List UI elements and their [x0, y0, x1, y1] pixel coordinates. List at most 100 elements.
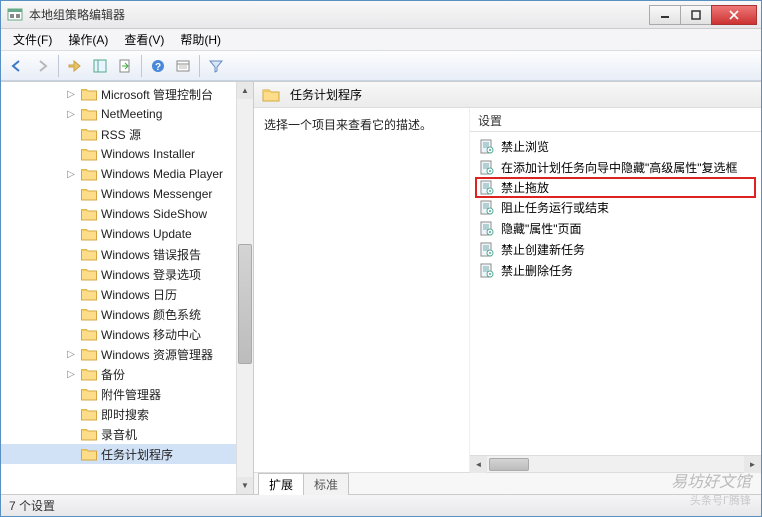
maximize-button[interactable] [680, 5, 712, 25]
settings-list: 禁止浏览在添加计划任务向导中隐藏"高级属性"复选框禁止拖放阻止任务运行或结束隐藏… [470, 132, 761, 285]
folder-icon [81, 307, 97, 321]
tree-item[interactable]: Windows Messenger [1, 184, 253, 204]
tab-standard[interactable]: 标准 [303, 473, 349, 495]
folder-icon [262, 87, 280, 103]
tree-item[interactable]: 即时搜索 [1, 404, 253, 424]
expand-icon[interactable]: ▷ [65, 88, 77, 100]
scroll-left-icon[interactable]: ◄ [470, 456, 487, 473]
forward-button[interactable] [30, 54, 54, 78]
details-tabs: 扩展 标准 [254, 472, 761, 494]
settings-hscrollbar[interactable]: ◄ ► [470, 455, 761, 472]
settings-column: 设置 禁止浏览在添加计划任务向导中隐藏"高级属性"复选框禁止拖放阻止任务运行或结… [470, 108, 761, 472]
tree-spacer [65, 428, 77, 440]
separator [58, 55, 59, 77]
setting-label: 禁止创建新任务 [501, 241, 585, 258]
setting-item[interactable]: 禁止创建新任务 [476, 239, 755, 260]
scroll-up-icon[interactable]: ▲ [237, 82, 253, 99]
scroll-thumb[interactable] [238, 244, 252, 364]
tree-item[interactable]: ▷备份 [1, 364, 253, 384]
expand-icon[interactable]: ▷ [65, 168, 77, 180]
policy-icon [479, 221, 495, 237]
tree-item[interactable]: Windows 日历 [1, 284, 253, 304]
show-tree-button[interactable] [88, 54, 112, 78]
folder-icon [81, 247, 97, 261]
menu-file[interactable]: 文件(F) [5, 29, 60, 50]
filter-button[interactable] [204, 54, 228, 78]
folder-icon [81, 167, 97, 181]
menu-help[interactable]: 帮助(H) [172, 29, 229, 50]
folder-icon [81, 107, 97, 121]
tree-item-label: NetMeeting [101, 107, 162, 121]
window-controls [650, 5, 757, 25]
folder-icon [81, 87, 97, 101]
tab-extended[interactable]: 扩展 [258, 473, 304, 495]
tree-scrollbar[interactable]: ▲ ▼ [236, 82, 253, 494]
app-icon [7, 7, 23, 23]
tree-item[interactable]: Windows Update [1, 224, 253, 244]
tree-item[interactable]: ▷Windows 资源管理器 [1, 344, 253, 364]
scroll-down-icon[interactable]: ▼ [237, 477, 253, 494]
tree-item-label: RSS 源 [101, 126, 141, 143]
tree-item[interactable]: ▷Windows Media Player [1, 164, 253, 184]
window-root: 本地组策略编辑器 文件(F) 操作(A) 查看(V) 帮助(H) ? ▷Micr… [0, 0, 762, 517]
hscroll-thumb[interactable] [489, 458, 529, 471]
tree-spacer [65, 408, 77, 420]
setting-label: 在添加计划任务向导中隐藏"高级属性"复选框 [501, 159, 738, 176]
tree-item[interactable]: Windows SideShow [1, 204, 253, 224]
tree-view[interactable]: ▷Microsoft 管理控制台▷NetMeetingRSS 源Windows … [1, 82, 253, 494]
tree-item[interactable]: ▷Microsoft 管理控制台 [1, 84, 253, 104]
tree-item[interactable]: RSS 源 [1, 124, 253, 144]
folder-icon [81, 427, 97, 441]
folder-icon [81, 207, 97, 221]
settings-header[interactable]: 设置 [470, 108, 761, 132]
setting-item[interactable]: 禁止删除任务 [476, 260, 755, 281]
folder-icon [81, 327, 97, 341]
folder-icon [81, 267, 97, 281]
setting-item[interactable]: 隐藏"属性"页面 [476, 218, 755, 239]
minimize-button[interactable] [649, 5, 681, 25]
policy-icon [479, 160, 495, 176]
status-text: 7 个设置 [9, 497, 55, 514]
export-button[interactable] [113, 54, 137, 78]
folder-icon [81, 367, 97, 381]
svg-text:?: ? [155, 62, 161, 73]
separator [199, 55, 200, 77]
folder-icon [81, 407, 97, 421]
menu-action[interactable]: 操作(A) [60, 29, 116, 50]
tree-item-label: Windows Messenger [101, 187, 212, 201]
tree-item[interactable]: 录音机 [1, 424, 253, 444]
expand-icon[interactable]: ▷ [65, 348, 77, 360]
tree-spacer [65, 148, 77, 160]
details-body: 选择一个项目来查看它的描述。 设置 禁止浏览在添加计划任务向导中隐藏"高级属性"… [254, 108, 761, 472]
tree-spacer [65, 288, 77, 300]
tree-item[interactable]: Windows 错误报告 [1, 244, 253, 264]
setting-item[interactable]: 在添加计划任务向导中隐藏"高级属性"复选框 [476, 157, 755, 178]
description-column: 选择一个项目来查看它的描述。 [254, 108, 470, 472]
expand-icon[interactable]: ▷ [65, 108, 77, 120]
body-area: ▷Microsoft 管理控制台▷NetMeetingRSS 源Windows … [1, 81, 761, 494]
expand-icon[interactable]: ▷ [65, 368, 77, 380]
back-button[interactable] [5, 54, 29, 78]
close-button[interactable] [711, 5, 757, 25]
titlebar: 本地组策略编辑器 [1, 1, 761, 29]
folder-icon [81, 447, 97, 461]
tree-item[interactable]: Windows 登录选项 [1, 264, 253, 284]
tree-item[interactable]: Windows 移动中心 [1, 324, 253, 344]
setting-item[interactable]: 阻止任务运行或结束 [476, 197, 755, 218]
window-title: 本地组策略编辑器 [29, 6, 650, 23]
properties-button[interactable] [171, 54, 195, 78]
tree-item[interactable]: Windows 颜色系统 [1, 304, 253, 324]
tree-item[interactable]: Windows Installer [1, 144, 253, 164]
policy-icon [479, 180, 495, 196]
tree-item[interactable]: 任务计划程序 [1, 444, 253, 464]
tree-item-label: 任务计划程序 [101, 446, 173, 463]
menu-view[interactable]: 查看(V) [116, 29, 172, 50]
setting-item[interactable]: 禁止浏览 [476, 136, 755, 157]
help-button[interactable]: ? [146, 54, 170, 78]
tree-item-label: 附件管理器 [101, 386, 161, 403]
tree-item[interactable]: ▷ NetMeeting [1, 104, 253, 124]
tree-item[interactable]: 附件管理器 [1, 384, 253, 404]
scroll-right-icon[interactable]: ► [744, 456, 761, 473]
up-button[interactable] [63, 54, 87, 78]
setting-item[interactable]: 禁止拖放 [475, 177, 756, 198]
